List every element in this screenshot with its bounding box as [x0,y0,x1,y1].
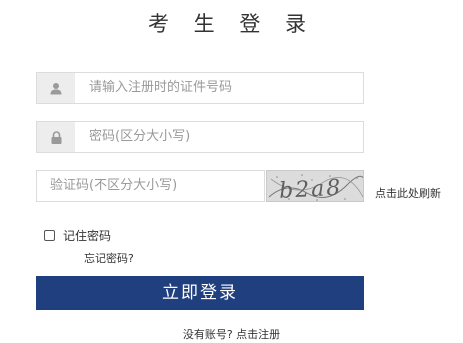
register-link[interactable]: 没有账号? 点击注册 [0,326,463,342]
captcha-placeholder: 验证码(不区分大小写) [50,178,178,193]
captcha-image[interactable]: b2a8 [266,170,364,202]
captcha-graphic: b2a8 [267,171,363,202]
password-field[interactable]: 密码(区分大小写) [36,121,364,153]
captcha-text: b2a8 [279,176,343,202]
lock-icon [51,130,61,144]
lock-icon-cell [37,122,75,152]
forgot-password-link[interactable]: 忘记密码? [84,250,134,266]
password-placeholder: 密码(区分大小写) [89,129,191,144]
login-button[interactable]: 立即登录 [36,276,364,310]
id-number-field[interactable]: 请输入注册时的证件号码 [36,72,364,104]
remember-password[interactable]: 记住密码 [44,227,111,244]
id-number-placeholder: 请输入注册时的证件号码 [89,80,233,95]
remember-label: 记住密码 [63,229,112,243]
page-title: 考 生 登 录 [147,12,316,36]
captcha-input[interactable]: 验证码(不区分大小写) [36,170,265,202]
remember-checkbox[interactable] [44,230,55,241]
user-icon [50,82,62,94]
user-icon-cell [37,73,75,103]
refresh-captcha-link[interactable]: 点击此处刷新 [375,185,441,201]
